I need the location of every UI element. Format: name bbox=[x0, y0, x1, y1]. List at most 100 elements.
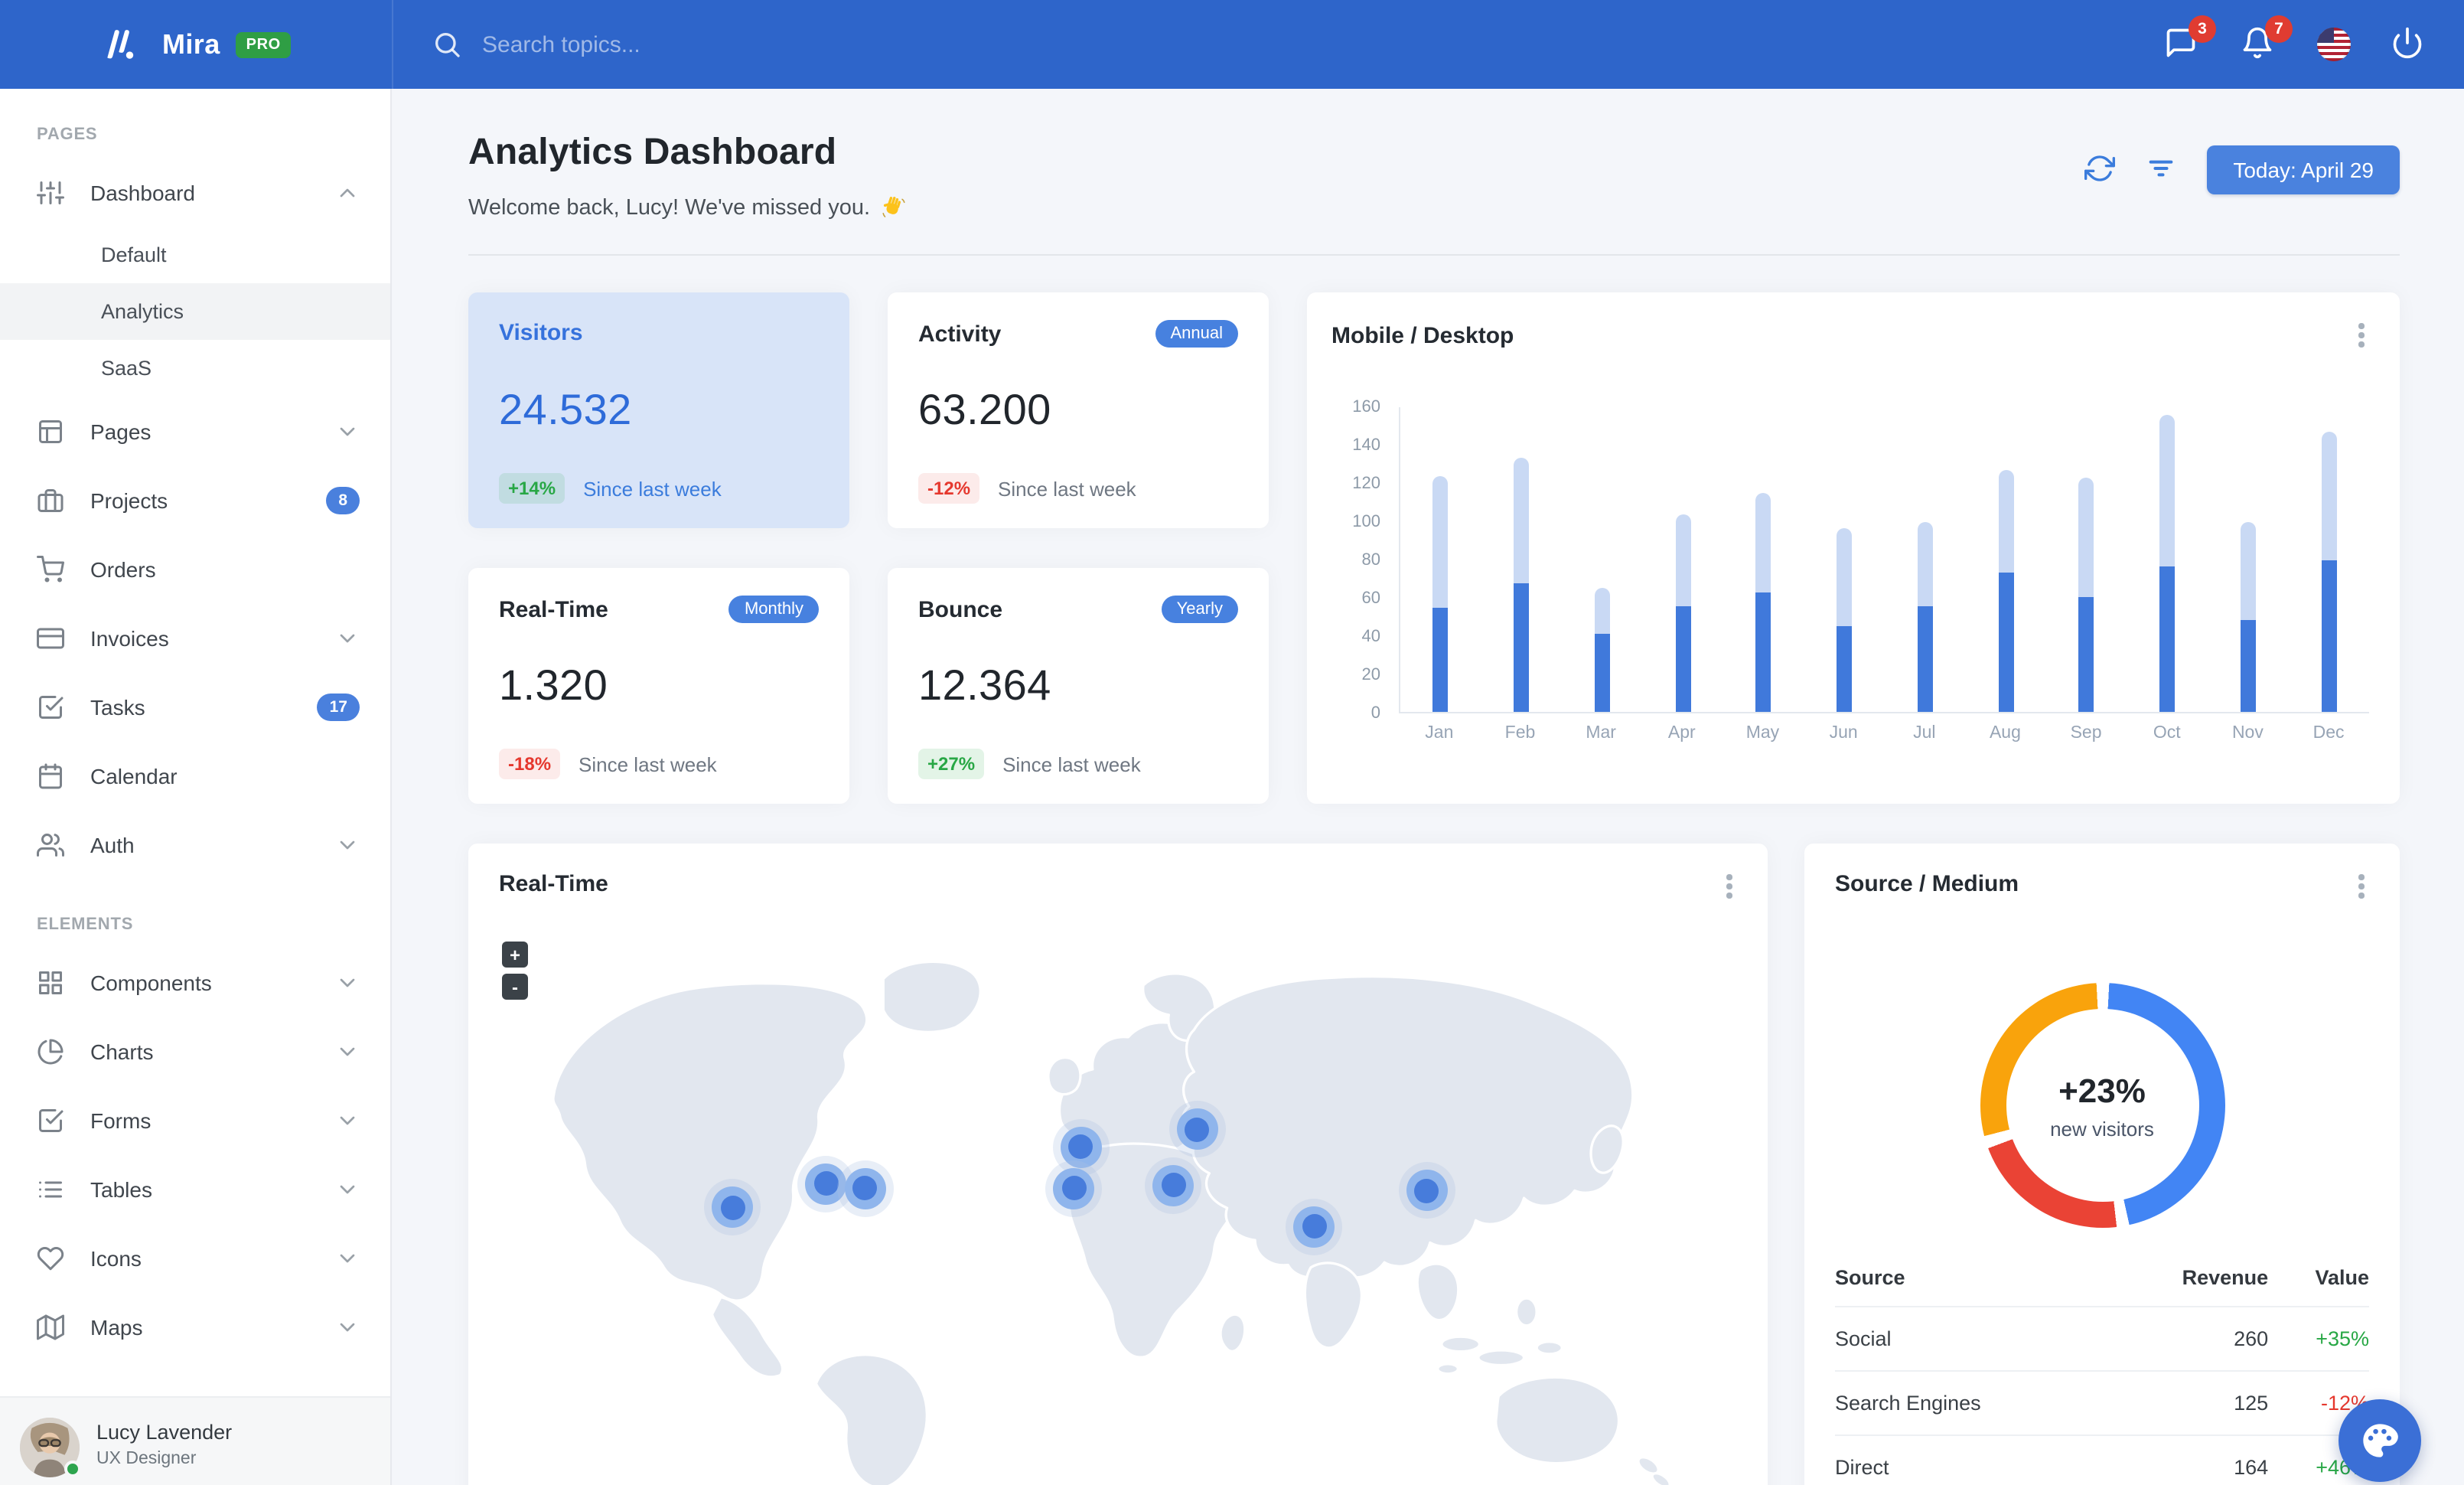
sidebar-item-maps[interactable]: Maps bbox=[0, 1292, 390, 1361]
source-table-header: Revenue bbox=[2107, 1252, 2269, 1307]
sidebar-item-auth[interactable]: Auth bbox=[0, 810, 390, 879]
online-status-dot bbox=[64, 1461, 81, 1477]
x-tick-label: Apr bbox=[1667, 724, 1696, 742]
calendar-icon bbox=[37, 762, 64, 789]
sidebar-subitem-saas[interactable]: SaaS bbox=[0, 340, 390, 397]
bar-oct bbox=[2127, 415, 2208, 712]
sidebar-item-label: Charts bbox=[90, 1039, 154, 1063]
bar-feb bbox=[1481, 458, 1563, 712]
sidebar-subitem-analytics[interactable]: Analytics bbox=[0, 283, 390, 340]
header-divider bbox=[468, 254, 2400, 256]
theme-settings-fab[interactable] bbox=[2339, 1399, 2421, 1482]
stat-period-badge[interactable]: Annual bbox=[1155, 320, 1238, 348]
sidebar-item-components[interactable]: Components bbox=[0, 948, 390, 1017]
refresh-button[interactable] bbox=[2084, 153, 2118, 187]
sidebar-item-dashboard[interactable]: Dashboard bbox=[0, 158, 390, 227]
donut-center-label: +23% new visitors bbox=[2050, 1071, 2154, 1140]
messages-button[interactable]: 3 bbox=[2164, 15, 2216, 63]
source-donut-chart: +23% new visitors bbox=[1980, 983, 2224, 1228]
source-medium-card: Source / Medium +23% new visitors Source… bbox=[1804, 844, 2400, 1485]
map-marker[interactable] bbox=[1168, 1101, 1226, 1158]
bar-apr bbox=[1643, 514, 1724, 712]
map-marker[interactable] bbox=[836, 1160, 894, 1217]
map-marker[interactable] bbox=[1398, 1162, 1455, 1219]
language-flag-us[interactable] bbox=[2317, 28, 2351, 61]
source-table-header: Value bbox=[2268, 1252, 2369, 1307]
sidebar-item-icons[interactable]: Icons bbox=[0, 1223, 390, 1292]
stat-period-badge[interactable]: Yearly bbox=[1161, 596, 1238, 623]
map-card-menu-button[interactable] bbox=[1713, 868, 1746, 905]
chevron-down-icon bbox=[335, 419, 360, 443]
sidebar-item-orders[interactable]: Orders bbox=[0, 534, 390, 603]
sidebar-user-footer[interactable]: Lucy Lavender UX Designer bbox=[0, 1396, 390, 1485]
sidebar-item-badge: 17 bbox=[317, 693, 360, 720]
stat-card-activity: Activity Annual 63.200 -12% Since last week bbox=[888, 292, 1269, 528]
y-tick-label: 0 bbox=[1371, 704, 1380, 723]
map-zoom-out-button[interactable]: - bbox=[502, 974, 528, 1000]
search-bar bbox=[432, 29, 2164, 60]
search-input[interactable] bbox=[482, 31, 1002, 57]
welcome-message: Welcome back, Lucy! We've missed you. bbox=[468, 194, 905, 220]
sidebar-item-label: Invoices bbox=[90, 625, 169, 650]
stat-period-badge[interactable]: Monthly bbox=[728, 596, 819, 623]
stat-title: Activity bbox=[918, 321, 1002, 347]
map-marker[interactable] bbox=[1286, 1198, 1343, 1255]
users-icon bbox=[37, 831, 64, 858]
source-cell: Search Engines bbox=[1835, 1371, 2107, 1436]
x-tick-label: Aug bbox=[1989, 724, 2021, 742]
check-square-icon bbox=[37, 693, 64, 720]
sidebar-item-label: Pages bbox=[90, 419, 152, 443]
sidebar-item-label: Maps bbox=[90, 1314, 143, 1339]
mira-logo-icon bbox=[107, 30, 134, 59]
sidebar-item-projects[interactable]: Projects 8 bbox=[0, 465, 390, 534]
sidebar-item-pages[interactable]: Pages bbox=[0, 397, 390, 465]
map-zoom-in-button[interactable]: + bbox=[502, 942, 528, 968]
x-tick-label: Jan bbox=[1425, 724, 1454, 742]
map-marker[interactable] bbox=[1145, 1157, 1202, 1214]
sidebar-item-calendar[interactable]: Calendar bbox=[0, 741, 390, 810]
sidebar-subitem-default[interactable]: Default bbox=[0, 227, 390, 283]
date-range-button[interactable]: Today: April 29 bbox=[2207, 145, 2400, 194]
stat-title: Bounce bbox=[918, 596, 1003, 622]
filter-button[interactable] bbox=[2146, 153, 2179, 187]
navbar-divider bbox=[392, 0, 393, 89]
y-tick-label: 40 bbox=[1361, 628, 1381, 646]
source-card-menu-button[interactable] bbox=[2345, 868, 2378, 905]
analytics-dashboard-app: Mira PRO 3 7 PAGES DashboardDefaultAnalyt… bbox=[0, 0, 2464, 1485]
x-tick-label: Jun bbox=[1829, 724, 1858, 742]
chevron-down-icon bbox=[335, 832, 360, 857]
chevron-up-icon bbox=[335, 180, 360, 204]
sidebar-item-label: Projects bbox=[90, 488, 168, 512]
notifications-button[interactable]: 7 bbox=[2241, 15, 2293, 63]
stat-caption: Since last week bbox=[998, 477, 1136, 500]
user-name: Lucy Lavender bbox=[96, 1421, 233, 1444]
cart-icon bbox=[37, 555, 64, 583]
bar-nov bbox=[2208, 522, 2289, 712]
bar-aug bbox=[1966, 470, 2047, 712]
main-content: Analytics Dashboard Welcome back, Lucy! … bbox=[392, 89, 2464, 1485]
pro-badge: PRO bbox=[235, 31, 292, 57]
value-cell: +35% bbox=[2268, 1307, 2369, 1372]
chevron-down-icon bbox=[335, 1314, 360, 1339]
sidebar-section-label: PAGES bbox=[37, 126, 98, 144]
pie-icon bbox=[37, 1037, 64, 1065]
stat-title: Visitors bbox=[499, 320, 583, 346]
sidebar-item-forms[interactable]: Forms bbox=[0, 1085, 390, 1154]
stat-delta-chip: -12% bbox=[918, 473, 980, 504]
sidebar-item-tables[interactable]: Tables bbox=[0, 1154, 390, 1223]
sidebar-item-tasks[interactable]: Tasks 17 bbox=[0, 672, 390, 741]
stats-and-chart-grid: Visitors 24.532 +14% Since last week Activi… bbox=[468, 292, 2400, 804]
x-tick-label: Nov bbox=[2231, 724, 2264, 742]
sign-out-button[interactable] bbox=[2391, 26, 2427, 63]
revenue-cell: 164 bbox=[2107, 1435, 2269, 1485]
chevron-down-icon bbox=[335, 970, 360, 994]
brand[interactable]: Mira PRO bbox=[0, 26, 392, 63]
y-tick-label: 120 bbox=[1352, 475, 1380, 493]
sidebar-item-invoices[interactable]: Invoices bbox=[0, 603, 390, 672]
source-cell: Direct bbox=[1835, 1435, 2107, 1485]
sidebar-item-charts[interactable]: Charts bbox=[0, 1017, 390, 1085]
stat-card-bounce: Bounce Yearly 12.364 +27% Since last week bbox=[888, 568, 1269, 804]
layout-icon bbox=[37, 417, 64, 445]
chart-card-menu-button[interactable] bbox=[2345, 317, 2378, 354]
stat-delta-chip: -18% bbox=[499, 749, 561, 779]
